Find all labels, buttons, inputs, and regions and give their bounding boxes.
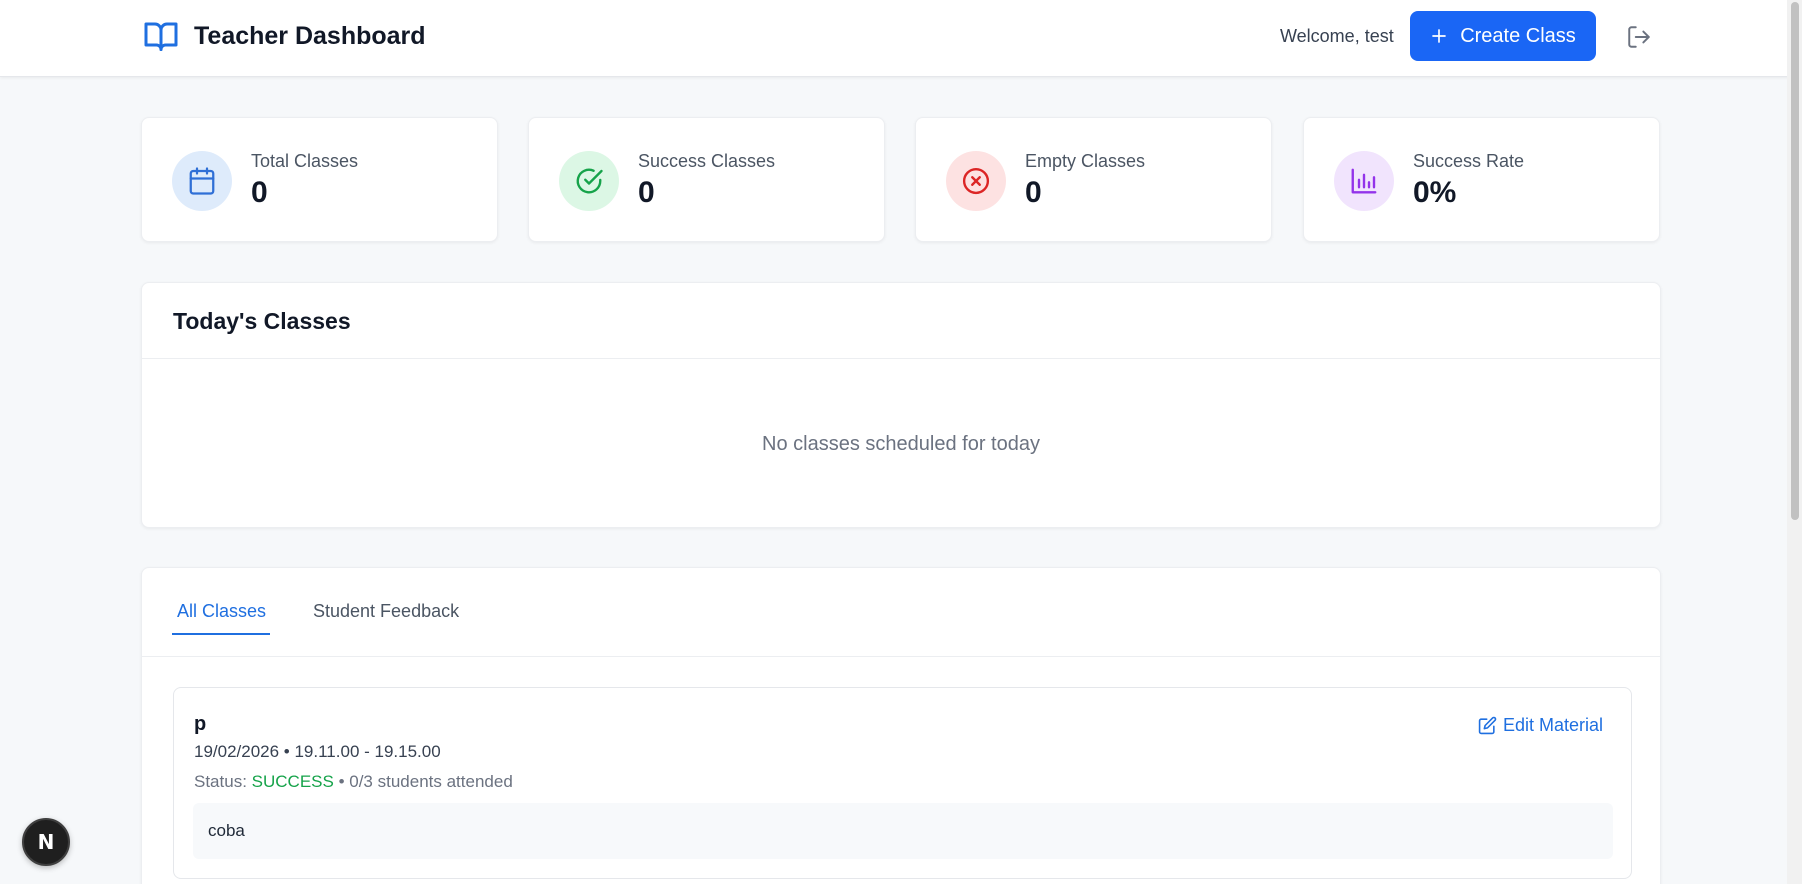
stat-label: Total Classes [251, 151, 359, 171]
tab-all-classes[interactable]: All Classes [177, 601, 266, 622]
status-prefix: Status: [194, 772, 247, 791]
class-material-note: coba [193, 803, 1613, 859]
divider [142, 656, 1660, 657]
stat-icon-wrap [172, 151, 232, 211]
create-class-button[interactable]: Create Class [1410, 11, 1596, 61]
logout-icon [1628, 26, 1650, 48]
check-circle-icon [576, 168, 603, 194]
logout-button[interactable] [1626, 24, 1652, 55]
badge-letter: N [37, 830, 55, 854]
dev-tools-badge[interactable]: N [22, 818, 70, 866]
empty-state-text: No classes scheduled for today [762, 433, 1040, 455]
stat-label: Empty Classes [1025, 151, 1146, 171]
scrollbar-thumb[interactable] [1791, 2, 1799, 520]
todays-classes-title: Today's Classes [173, 308, 351, 334]
edit-material-label: Edit Material [1503, 715, 1604, 735]
stat-card-success-classes: Success Classes 0 [528, 117, 885, 242]
attendance-text: • 0/3 students attended [338, 772, 513, 791]
stat-value: 0 [1025, 176, 1042, 209]
stat-label: Success Classes [638, 151, 776, 171]
class-status-line: Status: SUCCESS • 0/3 students attended [194, 772, 513, 792]
stat-card-success-rate: Success Rate 0% [1303, 117, 1660, 242]
top-header: Teacher Dashboard Welcome, test Create C… [0, 0, 1802, 77]
material-note-text: coba [208, 821, 245, 840]
calendar-icon [189, 167, 215, 195]
page-title: Teacher Dashboard [194, 21, 426, 50]
class-schedule: 19/02/2026 • 19.11.00 - 19.15.00 [194, 742, 441, 761]
x-circle-icon [962, 167, 990, 195]
edit-icon [1478, 716, 1497, 735]
open-book-icon [144, 22, 178, 51]
stat-card-total-classes: Total Classes 0 [141, 117, 498, 242]
stat-icon-wrap [1334, 151, 1394, 211]
stat-label: Success Rate [1413, 151, 1525, 171]
tab-student-feedback[interactable]: Student Feedback [313, 601, 459, 622]
class-item: p 19/02/2026 • 19.11.00 - 19.15.00 Statu… [173, 687, 1632, 879]
stat-value: 0 [251, 176, 268, 209]
stat-value: 0 [638, 176, 655, 209]
stat-icon-wrap [559, 151, 619, 211]
welcome-text: Welcome, test [1280, 26, 1394, 46]
divider [142, 358, 1660, 359]
active-tab-indicator [172, 633, 270, 635]
stat-card-empty-classes: Empty Classes 0 [915, 117, 1272, 242]
stat-value: 0% [1413, 176, 1457, 209]
classes-tabs-panel: All Classes Student Feedback p 19/02/202… [141, 567, 1661, 884]
stat-icon-wrap [946, 151, 1006, 211]
class-name: p [194, 713, 207, 735]
edit-material-button[interactable]: Edit Material [1478, 715, 1603, 736]
todays-classes-panel: Today's Classes No classes scheduled for… [141, 282, 1661, 528]
create-class-label: Create Class [1460, 24, 1576, 47]
status-badge: SUCCESS [251, 772, 334, 791]
plus-icon [1432, 29, 1447, 43]
bar-chart-icon [1351, 168, 1377, 194]
brand: Teacher Dashboard [142, 18, 426, 54]
